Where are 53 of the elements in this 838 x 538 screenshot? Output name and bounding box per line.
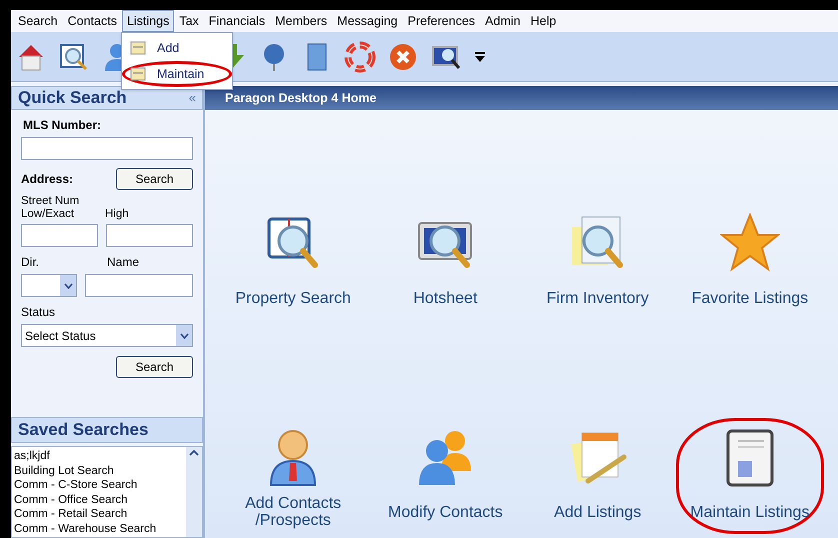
menu-item[interactable]: Add <box>122 35 232 61</box>
search-button[interactable]: Search <box>116 168 193 190</box>
page-title: Paragon Desktop 4 Home <box>225 90 376 107</box>
card-icon <box>129 39 147 57</box>
home-tile[interactable]: Property Search <box>219 204 368 320</box>
menu-item[interactable]: Search <box>13 10 63 32</box>
menu-item[interactable]: Preferences <box>402 10 480 32</box>
menu-item[interactable]: Financials <box>204 10 270 32</box>
chevron-up-icon[interactable] <box>189 449 199 457</box>
field-label: Name <box>107 254 140 271</box>
menu-item[interactable]: Messaging <box>332 10 403 32</box>
saved-search-item[interactable]: Comm - Warehouse Search <box>14 522 186 536</box>
star-icon <box>720 213 780 273</box>
menu-item[interactable]: Help <box>525 10 562 32</box>
saved-search-item[interactable]: Comm - Office Search <box>14 492 186 507</box>
home-tile[interactable]: Add Contacts /Prospects <box>219 418 368 534</box>
field-label: Dir. <box>21 254 40 271</box>
menu-item[interactable]: Admin <box>480 10 526 32</box>
street-name-field[interactable] <box>85 274 193 297</box>
field-label: Address: <box>21 171 74 188</box>
menu-item[interactable]: Members <box>270 10 332 32</box>
saved-search-item[interactable]: Comm - Retail Search <box>14 507 186 522</box>
home-tile[interactable]: Firm Inventory <box>524 204 672 320</box>
field-label: Street Num Low/Exact <box>21 195 80 221</box>
mls-number-field[interactable] <box>21 137 193 160</box>
home-tile[interactable]: Add Listings <box>524 418 672 534</box>
notepad-icon <box>129 65 147 83</box>
lifebuoy-icon[interactable] <box>344 40 376 72</box>
menu-item[interactable]: Tax <box>174 10 204 32</box>
home-tile[interactable]: Modify Contacts <box>371 418 520 534</box>
saved-search-item[interactable]: Comm - C-Store Search <box>14 478 186 492</box>
home-tile[interactable]: Hotsheet <box>371 204 520 320</box>
search-button[interactable]: Search <box>116 356 193 378</box>
status-dropdown[interactable]: Select Status <box>21 324 193 347</box>
toolbar-overflow-icon[interactable] <box>473 50 487 64</box>
street-high-field[interactable] <box>106 224 193 247</box>
panel-title: Saved Searches <box>18 419 148 442</box>
street-low-field[interactable] <box>21 224 98 247</box>
home-tile[interactable]: Maintain Listings <box>676 418 824 534</box>
chevron-down-icon <box>64 282 72 288</box>
chevron-down-icon <box>180 332 188 338</box>
field-label: High <box>105 208 129 221</box>
saved-search-item[interactable]: Building Lot Search <box>14 464 186 478</box>
scrollbar[interactable] <box>186 447 202 537</box>
menu-item[interactable]: Maintain <box>122 61 232 87</box>
menu-item[interactable]: Listings <box>122 10 174 32</box>
field-label: MLS Number: <box>23 117 102 134</box>
home-tile[interactable]: Favorite Listings <box>676 204 824 320</box>
field-label: Status <box>21 304 56 321</box>
direction-dropdown[interactable] <box>21 274 77 297</box>
menu-item[interactable]: Contacts <box>62 10 122 32</box>
panel-title: Quick Search <box>18 87 127 110</box>
saved-search-item[interactable]: as;lkjdf <box>14 449 186 464</box>
